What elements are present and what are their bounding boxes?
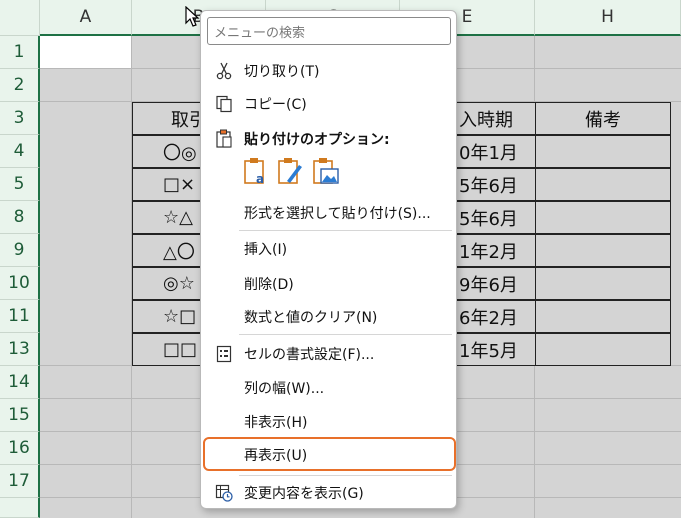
copy-icon <box>214 94 234 114</box>
select-all-corner[interactable] <box>0 0 40 36</box>
table-cell[interactable] <box>535 201 671 234</box>
row-header[interactable]: 1 <box>0 36 40 69</box>
svg-text:a: a <box>256 172 264 186</box>
menu-search-input[interactable]: メニューの検索 <box>207 17 451 45</box>
table-cell[interactable]: □× <box>132 168 202 201</box>
row-header[interactable]: 14 <box>0 366 40 399</box>
table-cell[interactable]: 1年5月 <box>456 333 536 366</box>
table-cell[interactable]: 取引 <box>132 102 202 135</box>
menu-separator <box>239 230 452 231</box>
row-header[interactable]: 9 <box>0 234 40 267</box>
column-header-a[interactable]: A <box>40 0 132 36</box>
table-cell[interactable] <box>535 168 671 201</box>
menu-item-clear-contents[interactable]: 数式と値のクリア(N) <box>201 300 456 333</box>
row-header[interactable]: 13 <box>0 333 40 366</box>
table-cell[interactable]: 0年1月 <box>456 135 536 168</box>
paste-formatting-icon[interactable] <box>277 157 303 187</box>
table-cell[interactable]: 〇◎ <box>132 135 202 168</box>
menu-item-label: 変更内容を表示(G) <box>244 485 364 502</box>
table-cell[interactable] <box>535 234 671 267</box>
menu-item-format-cells[interactable]: セルの書式設定(F)... <box>201 337 456 370</box>
menu-item-copy[interactable]: コピー(C) <box>201 87 456 120</box>
menu-item-label: セルの書式設定(F)... <box>244 346 375 363</box>
table-cell[interactable]: ◎☆ <box>132 267 202 300</box>
table-cell[interactable]: ☆□ <box>132 300 202 333</box>
menu-item-label: 数式と値のクリア(N) <box>244 309 378 326</box>
menu-item-insert[interactable]: 挿入(I) <box>201 232 456 265</box>
table-cell[interactable]: 5年6月 <box>456 201 536 234</box>
format-cells-icon <box>214 344 234 364</box>
row-header[interactable]: 15 <box>0 399 40 432</box>
menu-item-paste-options: 貼り付けのオプション: <box>201 122 456 155</box>
menu-item-label: 非表示(H) <box>244 414 308 431</box>
table-cell[interactable] <box>535 300 671 333</box>
menu-item-label: 形式を選択して貼り付け(S)... <box>244 205 431 222</box>
menu-item-show-changes[interactable]: 変更内容を表示(G) <box>201 476 456 509</box>
menu-item-label: 削除(D) <box>244 276 294 293</box>
row-header[interactable]: 5 <box>0 168 40 201</box>
column-header-h[interactable]: H <box>535 0 681 36</box>
clipboard-icon <box>214 129 234 149</box>
menu-item-hide[interactable]: 非表示(H) <box>201 405 456 438</box>
table-cell[interactable] <box>535 267 671 300</box>
unhide-highlight-box <box>203 437 456 471</box>
table-cell[interactable]: ☆△ <box>132 201 202 234</box>
table-cell[interactable] <box>535 135 671 168</box>
active-cell-a1[interactable] <box>40 36 132 69</box>
menu-item-label: 切り取り(T) <box>244 63 320 80</box>
menu-separator <box>239 334 452 335</box>
table-cell[interactable]: 5年6月 <box>456 168 536 201</box>
row-header[interactable]: 11 <box>0 300 40 333</box>
row-header[interactable]: 17 <box>0 465 40 498</box>
paste-picture-icon[interactable] <box>312 157 340 187</box>
menu-item-paste-special[interactable]: 形式を選択して貼り付け(S)... <box>201 196 456 229</box>
paste-formulas-icon[interactable]: a <box>243 157 269 187</box>
show-changes-icon <box>214 483 234 503</box>
menu-item-column-width[interactable]: 列の幅(W)... <box>201 371 456 404</box>
table-cell[interactable] <box>535 333 671 366</box>
row-header[interactable]: 16 <box>0 432 40 465</box>
menu-item-label: 列の幅(W)... <box>244 380 325 397</box>
table-cell[interactable]: □□ <box>132 333 202 366</box>
menu-search-placeholder: メニューの検索 <box>214 25 306 41</box>
menu-item-label: 挿入(I) <box>244 241 288 258</box>
table-cell[interactable]: 入時期 <box>456 102 536 135</box>
menu-item-cut[interactable]: 切り取り(T) <box>201 54 456 87</box>
mouse-cursor-icon <box>185 6 200 27</box>
context-menu: メニューの検索 切り取り(T) コピー(C) 貼り付けのオプション: a 形式を… <box>200 10 457 509</box>
row-header[interactable]: 10 <box>0 267 40 300</box>
row-header[interactable] <box>0 498 40 518</box>
row-header[interactable]: 4 <box>0 135 40 168</box>
row-header[interactable]: 3 <box>0 102 40 135</box>
table-cell[interactable]: △〇 <box>132 234 202 267</box>
row-header[interactable]: 2 <box>0 69 40 102</box>
table-cell[interactable]: 9年6月 <box>456 267 536 300</box>
menu-item-label: コピー(C) <box>244 96 307 113</box>
menu-item-delete[interactable]: 削除(D) <box>201 267 456 300</box>
table-cell[interactable]: 1年2月 <box>456 234 536 267</box>
row-header[interactable]: 8 <box>0 201 40 234</box>
menu-item-label: 貼り付けのオプション: <box>244 131 390 148</box>
table-cell[interactable]: 備考 <box>535 102 671 135</box>
scissors-icon <box>214 61 234 81</box>
table-cell[interactable]: 6年2月 <box>456 300 536 333</box>
